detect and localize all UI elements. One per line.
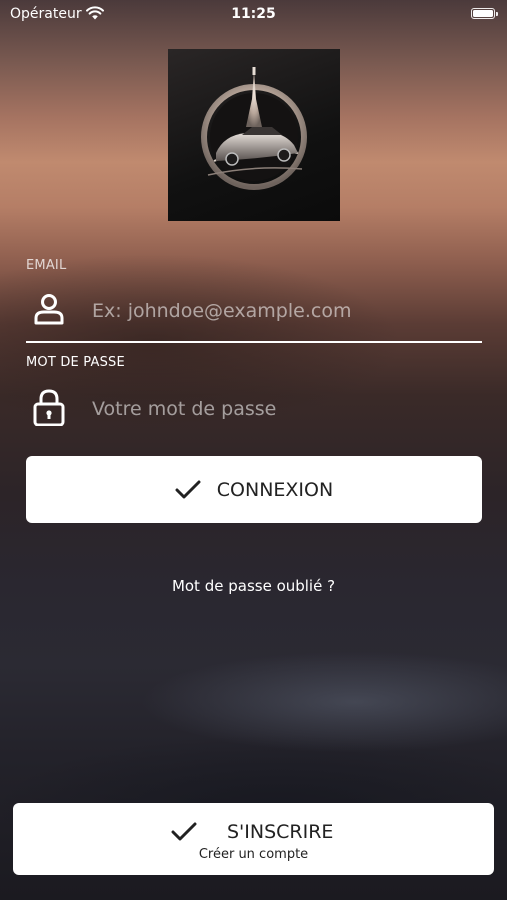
user-icon bbox=[34, 294, 64, 325]
email-input[interactable] bbox=[90, 292, 474, 330]
signup-button-sublabel: Créer un compte bbox=[198, 847, 309, 862]
signup-button[interactable]: S'INSCRIRE Créer un compte bbox=[13, 803, 494, 875]
checkmark-icon bbox=[175, 480, 201, 498]
signup-button-label: S'INSCRIRE bbox=[227, 821, 334, 843]
password-label: MOT DE PASSE bbox=[26, 355, 125, 370]
password-input[interactable] bbox=[90, 390, 474, 428]
eiffel-tower-car-logo bbox=[201, 67, 307, 190]
lock-icon bbox=[33, 389, 65, 426]
clock: 11:25 bbox=[231, 6, 276, 22]
login-button[interactable]: CONNEXION bbox=[26, 456, 482, 523]
battery-icon bbox=[471, 8, 498, 19]
checkmark-icon bbox=[171, 822, 197, 841]
forgot-password-link[interactable]: Mot de passe oublié ? bbox=[0, 577, 507, 595]
status-bar: Opérateur 11:25 bbox=[0, 0, 507, 30]
app-logo bbox=[168, 49, 340, 221]
email-label: EMAIL bbox=[26, 258, 67, 273]
login-button-label: CONNEXION bbox=[216, 478, 334, 501]
email-underline bbox=[26, 341, 482, 343]
